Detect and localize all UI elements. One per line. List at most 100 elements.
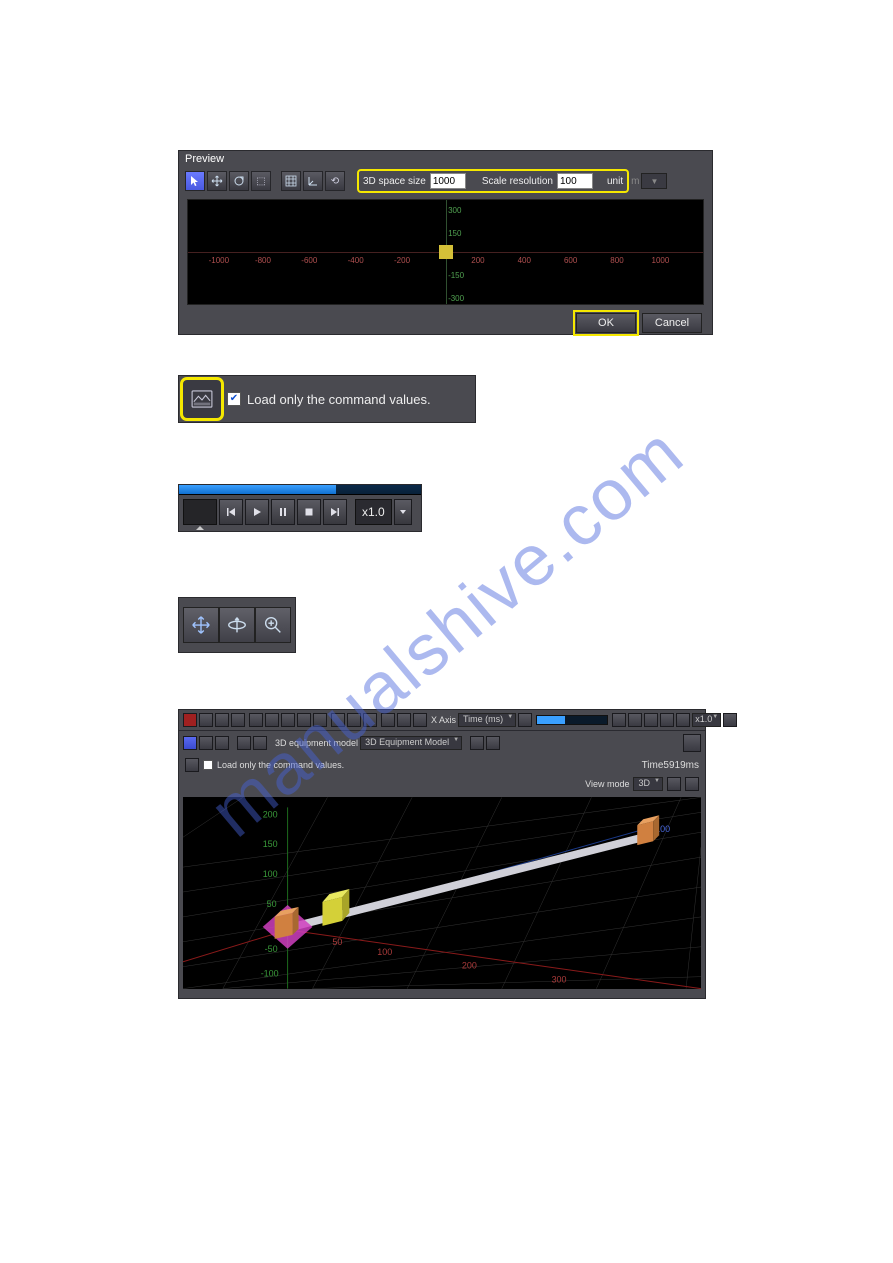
- tool-btn-16[interactable]: [612, 713, 626, 727]
- zoom-icon: [262, 614, 284, 636]
- tool-btn-21[interactable]: [723, 713, 737, 727]
- unit-value-display: m: [631, 176, 639, 187]
- preview-panel: Preview ⬚ ⟲ 3D space size Scale resoluti…: [178, 150, 713, 335]
- timeline-marker[interactable]: [183, 499, 217, 525]
- svg-text:50: 50: [332, 937, 342, 947]
- tool-btn-20[interactable]: [676, 713, 690, 727]
- axis-button[interactable]: [303, 171, 323, 191]
- pan-button[interactable]: [183, 607, 219, 643]
- model-dropdown[interactable]: 3D Equipment Model: [360, 736, 462, 750]
- orbit-icon: [226, 614, 248, 636]
- preview-title: Preview: [179, 151, 712, 167]
- main-toolbar-1: X Axis Time (ms) x1.0: [179, 710, 705, 731]
- reset-view-button[interactable]: ⟲: [325, 171, 345, 191]
- cancel-button[interactable]: Cancel: [642, 313, 702, 333]
- tool-btn-13[interactable]: [397, 713, 411, 727]
- view-btn-4[interactable]: [486, 736, 500, 750]
- settings-button[interactable]: [683, 734, 701, 752]
- tool-btn-6[interactable]: [281, 713, 295, 727]
- view-btn-1[interactable]: [237, 736, 251, 750]
- tool-btn-10[interactable]: [347, 713, 361, 727]
- rotate-tool-button[interactable]: [229, 171, 249, 191]
- play-button[interactable]: [245, 499, 269, 525]
- preview-toolbar: ⬚ ⟲ 3D space size Scale resolution unit …: [179, 167, 712, 195]
- speed-mini-dropdown[interactable]: x1.0: [692, 713, 721, 727]
- load-panel: Load only the command values.: [178, 375, 476, 423]
- tool-btn-12[interactable]: [381, 713, 395, 727]
- preview-buttons: OK Cancel: [179, 309, 712, 337]
- playback-timeline[interactable]: [179, 485, 421, 495]
- svg-text:150: 150: [263, 839, 278, 849]
- nav-zoom-mini[interactable]: [215, 736, 229, 750]
- unit-dropdown[interactable]: ▼: [641, 173, 667, 189]
- space-size-label: 3D space size: [363, 176, 426, 187]
- tool-btn-17[interactable]: [628, 713, 642, 727]
- viewmode-label: View mode: [585, 779, 629, 789]
- tool-btn-11[interactable]: [363, 713, 377, 727]
- skip-start-button[interactable]: [219, 499, 243, 525]
- viewmode-dropdown[interactable]: 3D: [633, 777, 663, 791]
- load-snapshot-button[interactable]: [183, 380, 221, 418]
- record-button[interactable]: [183, 713, 197, 727]
- load-only-mini-checkbox[interactable]: [203, 760, 213, 770]
- snapshot-icon: [191, 390, 213, 408]
- scale-res-input[interactable]: [557, 173, 593, 189]
- preview-object-cube[interactable]: [439, 245, 453, 259]
- space-size-input[interactable]: [430, 173, 466, 189]
- speed-dropdown[interactable]: [394, 499, 412, 525]
- scale-res-label: Scale resolution: [482, 176, 553, 187]
- viewmode-btn-2[interactable]: [685, 777, 699, 791]
- viewport-scene: 200 150 100 50 -50 -100 50 100 200 300 1…: [183, 797, 701, 989]
- xaxis-label: X Axis: [431, 715, 456, 725]
- tool-btn-8[interactable]: [313, 713, 327, 727]
- tool-btn-4[interactable]: [249, 713, 263, 727]
- tool-btn-7[interactable]: [297, 713, 311, 727]
- main-timeline-slider[interactable]: [536, 715, 608, 725]
- tool-btn-14[interactable]: [413, 713, 427, 727]
- svg-text:300: 300: [552, 975, 567, 985]
- svg-text:200: 200: [263, 809, 278, 819]
- svg-text:200: 200: [462, 961, 477, 971]
- svg-text:-50: -50: [265, 944, 278, 954]
- load-mini-button[interactable]: [185, 758, 199, 772]
- stop-button[interactable]: [297, 499, 321, 525]
- nav-orbit-mini[interactable]: [199, 736, 213, 750]
- tool-btn-3[interactable]: [231, 713, 245, 727]
- scale-tool-button[interactable]: ⬚: [251, 171, 271, 191]
- view-btn-3[interactable]: [470, 736, 484, 750]
- time-display: Time5919ms: [642, 760, 699, 771]
- nav-pan-mini[interactable]: [183, 736, 197, 750]
- pause-button[interactable]: [271, 499, 295, 525]
- view-btn-2[interactable]: [253, 736, 267, 750]
- main-toolbar-3: Load only the command values. Time5919ms: [179, 755, 705, 775]
- speed-display: x1.0: [355, 499, 392, 525]
- tool-btn-5[interactable]: [265, 713, 279, 727]
- xaxis-dropdown[interactable]: Time (ms): [458, 713, 516, 727]
- main-3d-viewport[interactable]: 200 150 100 50 -50 -100 50 100 200 300 1…: [183, 797, 701, 989]
- main-toolbar-4: View mode 3D: [179, 775, 705, 793]
- viewmode-btn-1[interactable]: [667, 777, 681, 791]
- main-toolbar-2: 3D equipment model 3D Equipment Model: [179, 731, 705, 755]
- ok-button[interactable]: OK: [576, 313, 636, 333]
- load-only-label: Load only the command values.: [247, 392, 431, 407]
- tool-btn-1[interactable]: [199, 713, 213, 727]
- tool-btn-15[interactable]: [518, 713, 532, 727]
- tool-btn-2[interactable]: [215, 713, 229, 727]
- orbit-button[interactable]: [219, 607, 255, 643]
- move-tool-button[interactable]: [207, 171, 227, 191]
- preview-viewport[interactable]: -1000 -800 -600 -400 -200 200 400 600 80…: [187, 199, 704, 305]
- zoom-button[interactable]: [255, 607, 291, 643]
- skip-end-button[interactable]: [323, 499, 347, 525]
- svg-text:100: 100: [377, 947, 392, 957]
- load-only-checkbox[interactable]: [227, 392, 241, 406]
- playback-panel: x1.0: [178, 484, 422, 532]
- model-label: 3D equipment model: [275, 738, 358, 748]
- pan-icon: [190, 614, 212, 636]
- tool-btn-19[interactable]: [660, 713, 674, 727]
- tool-btn-9[interactable]: [331, 713, 345, 727]
- tool-btn-18[interactable]: [644, 713, 658, 727]
- select-tool-button[interactable]: [185, 171, 205, 191]
- svg-text:-100: -100: [261, 969, 279, 979]
- main-3d-panel: X Axis Time (ms) x1.0 3D equipment model…: [178, 709, 706, 999]
- grid-button[interactable]: [281, 171, 301, 191]
